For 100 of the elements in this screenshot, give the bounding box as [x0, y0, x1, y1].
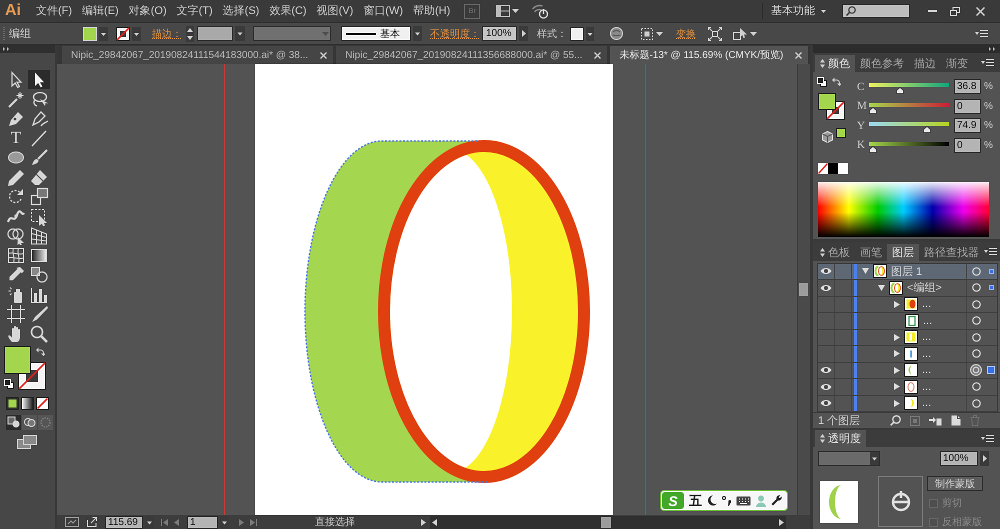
zoom-icon[interactable] — [28, 324, 50, 342]
caret-icon[interactable] — [870, 452, 879, 465]
updown-arrows-icon[interactable] — [820, 434, 825, 443]
opacity-field[interactable]: 100% — [482, 26, 517, 41]
layer-row[interactable]: ... — [818, 313, 997, 330]
channel-value-field[interactable]: 0 — [954, 138, 981, 153]
layer-name[interactable]: ... — [923, 314, 932, 327]
caret-icon[interactable] — [821, 10, 826, 12]
layer-name[interactable]: ... — [922, 331, 932, 344]
spinner-arrows-icon[interactable] — [186, 26, 194, 42]
panel-tab[interactable]: 透明度 — [815, 430, 866, 447]
previous-icon[interactable] — [174, 518, 179, 526]
menu-item[interactable]: 选择(S) — [218, 3, 264, 19]
close-icon[interactable] — [320, 52, 328, 58]
eye-icon[interactable] — [820, 267, 832, 276]
blend-shapes-icon[interactable] — [28, 265, 50, 284]
layer-name[interactable]: ... — [922, 397, 932, 410]
slider-thumb[interactable] — [896, 87, 904, 94]
panel-tab[interactable]: 画笔 — [855, 244, 887, 260]
arrow-square-icon[interactable] — [929, 416, 942, 426]
shape-builder-icon[interactable] — [5, 226, 27, 245]
corner-arrows-icon[interactable] — [708, 26, 722, 40]
disclosure-triangle-icon[interactable] — [894, 400, 900, 407]
ime-logo[interactable]: S — [662, 492, 684, 509]
transform-link[interactable]: 变换 — [676, 26, 696, 40]
brush-profile-dropdown[interactable]: 基本 — [341, 26, 411, 41]
opacity-link[interactable]: 不透明度： — [430, 26, 480, 40]
panel-tab[interactable]: 渐变 — [941, 54, 973, 72]
layer-row[interactable]: 图层 1 — [818, 264, 997, 280]
selection-square-icon[interactable] — [988, 285, 994, 290]
horizontal-scrollbar[interactable] — [430, 516, 786, 528]
page-field[interactable]: 1 — [187, 516, 218, 528]
layer-row[interactable]: ... — [818, 379, 997, 396]
panel-menu-icon[interactable] — [975, 29, 988, 38]
color-swatch-icon[interactable] — [828, 162, 838, 174]
layer-row[interactable]: ... — [818, 396, 997, 412]
scale-squares-icon[interactable] — [28, 187, 50, 206]
disclosure-triangle-icon[interactable] — [894, 366, 900, 374]
caret-icon[interactable] — [132, 26, 141, 40]
scroll-thumb[interactable] — [799, 283, 808, 296]
channel-value-field[interactable]: 0 — [954, 98, 981, 114]
panel-tab[interactable]: 色板 — [815, 244, 855, 260]
keyboard-icon[interactable] — [736, 496, 751, 506]
scroll-thumb[interactable] — [601, 516, 611, 528]
search-icon[interactable] — [890, 415, 901, 426]
channel-value-field[interactable]: 74.9 — [954, 118, 981, 134]
panel-tab[interactable]: 图层 — [887, 244, 919, 260]
menu-item[interactable]: 文字(T) — [172, 3, 217, 19]
layer-name[interactable]: ... — [922, 298, 932, 310]
restore-icon[interactable] — [950, 6, 960, 16]
layer-name[interactable]: 图层 1 — [891, 264, 922, 279]
disclosure-triangle-icon[interactable] — [878, 284, 885, 291]
vertical-scrollbar[interactable] — [797, 64, 810, 515]
workspace-switcher[interactable]: 基本功能 — [762, 3, 830, 19]
transform-box-icon[interactable] — [28, 206, 50, 226]
color-swatch-icon[interactable] — [838, 162, 848, 174]
caret-icon[interactable] — [99, 26, 108, 40]
caret-icon[interactable] — [512, 9, 520, 13]
scroll-right-icon[interactable] — [779, 518, 784, 526]
menu-item[interactable]: 编辑(E) — [78, 3, 123, 19]
target-ring-icon[interactable] — [970, 364, 982, 376]
double-chevron-icon[interactable] — [989, 46, 996, 51]
layer-row[interactable]: ... — [818, 362, 997, 379]
target-ring-icon[interactable] — [972, 300, 980, 309]
layer-row[interactable]: <编组> — [818, 280, 997, 296]
signal-power-icon[interactable] — [531, 3, 550, 19]
swap-arrows-icon[interactable] — [36, 346, 45, 356]
channel-value-field[interactable]: 36.8 — [954, 79, 981, 94]
layer-row[interactable]: ... — [818, 296, 997, 313]
updown-arrows-icon[interactable] — [820, 248, 825, 256]
disclosure-triangle-icon[interactable] — [894, 383, 900, 390]
arrow-square-icon[interactable] — [732, 26, 748, 40]
right-caret-icon[interactable] — [421, 518, 426, 526]
disclosure-triangle-icon[interactable] — [894, 334, 900, 341]
layer-name[interactable]: <编组> — [907, 280, 942, 296]
panel-tab[interactable]: 颜色 — [815, 54, 855, 72]
eraser-icon[interactable] — [28, 168, 50, 186]
eye-icon[interactable] — [820, 284, 832, 292]
panel-tab[interactable]: 描边 — [909, 54, 941, 72]
selection-square-icon[interactable] — [988, 268, 994, 274]
disclosure-triangle-icon[interactable] — [894, 300, 900, 308]
fill-swatch[interactable] — [818, 92, 836, 110]
target-ring-icon[interactable] — [972, 349, 980, 358]
swap-arrows-icon[interactable] — [832, 76, 841, 86]
caret-icon[interactable] — [750, 32, 757, 36]
slider-thumb[interactable] — [869, 106, 877, 114]
make-mask-button[interactable]: 制作蒙版 — [927, 476, 983, 491]
mask-thumbnail[interactable] — [878, 476, 923, 527]
slider-thumb[interactable] — [923, 126, 931, 134]
color-spectrum[interactable] — [818, 182, 989, 237]
none-swatch-icon[interactable] — [818, 162, 828, 174]
caret-icon[interactable] — [586, 26, 594, 40]
opacity-field[interactable]: 100% — [940, 451, 978, 466]
right-caret-icon[interactable] — [980, 451, 989, 466]
menu-item[interactable]: 视图(V) — [312, 3, 358, 19]
none-icon[interactable] — [36, 396, 49, 410]
close-icon[interactable] — [976, 6, 985, 16]
document-tab[interactable]: Nipic_29842067_20190824111544183000.ai* @ 38... — [62, 46, 334, 64]
right-caret-icon[interactable] — [519, 26, 528, 41]
cube-icon[interactable] — [822, 130, 833, 143]
